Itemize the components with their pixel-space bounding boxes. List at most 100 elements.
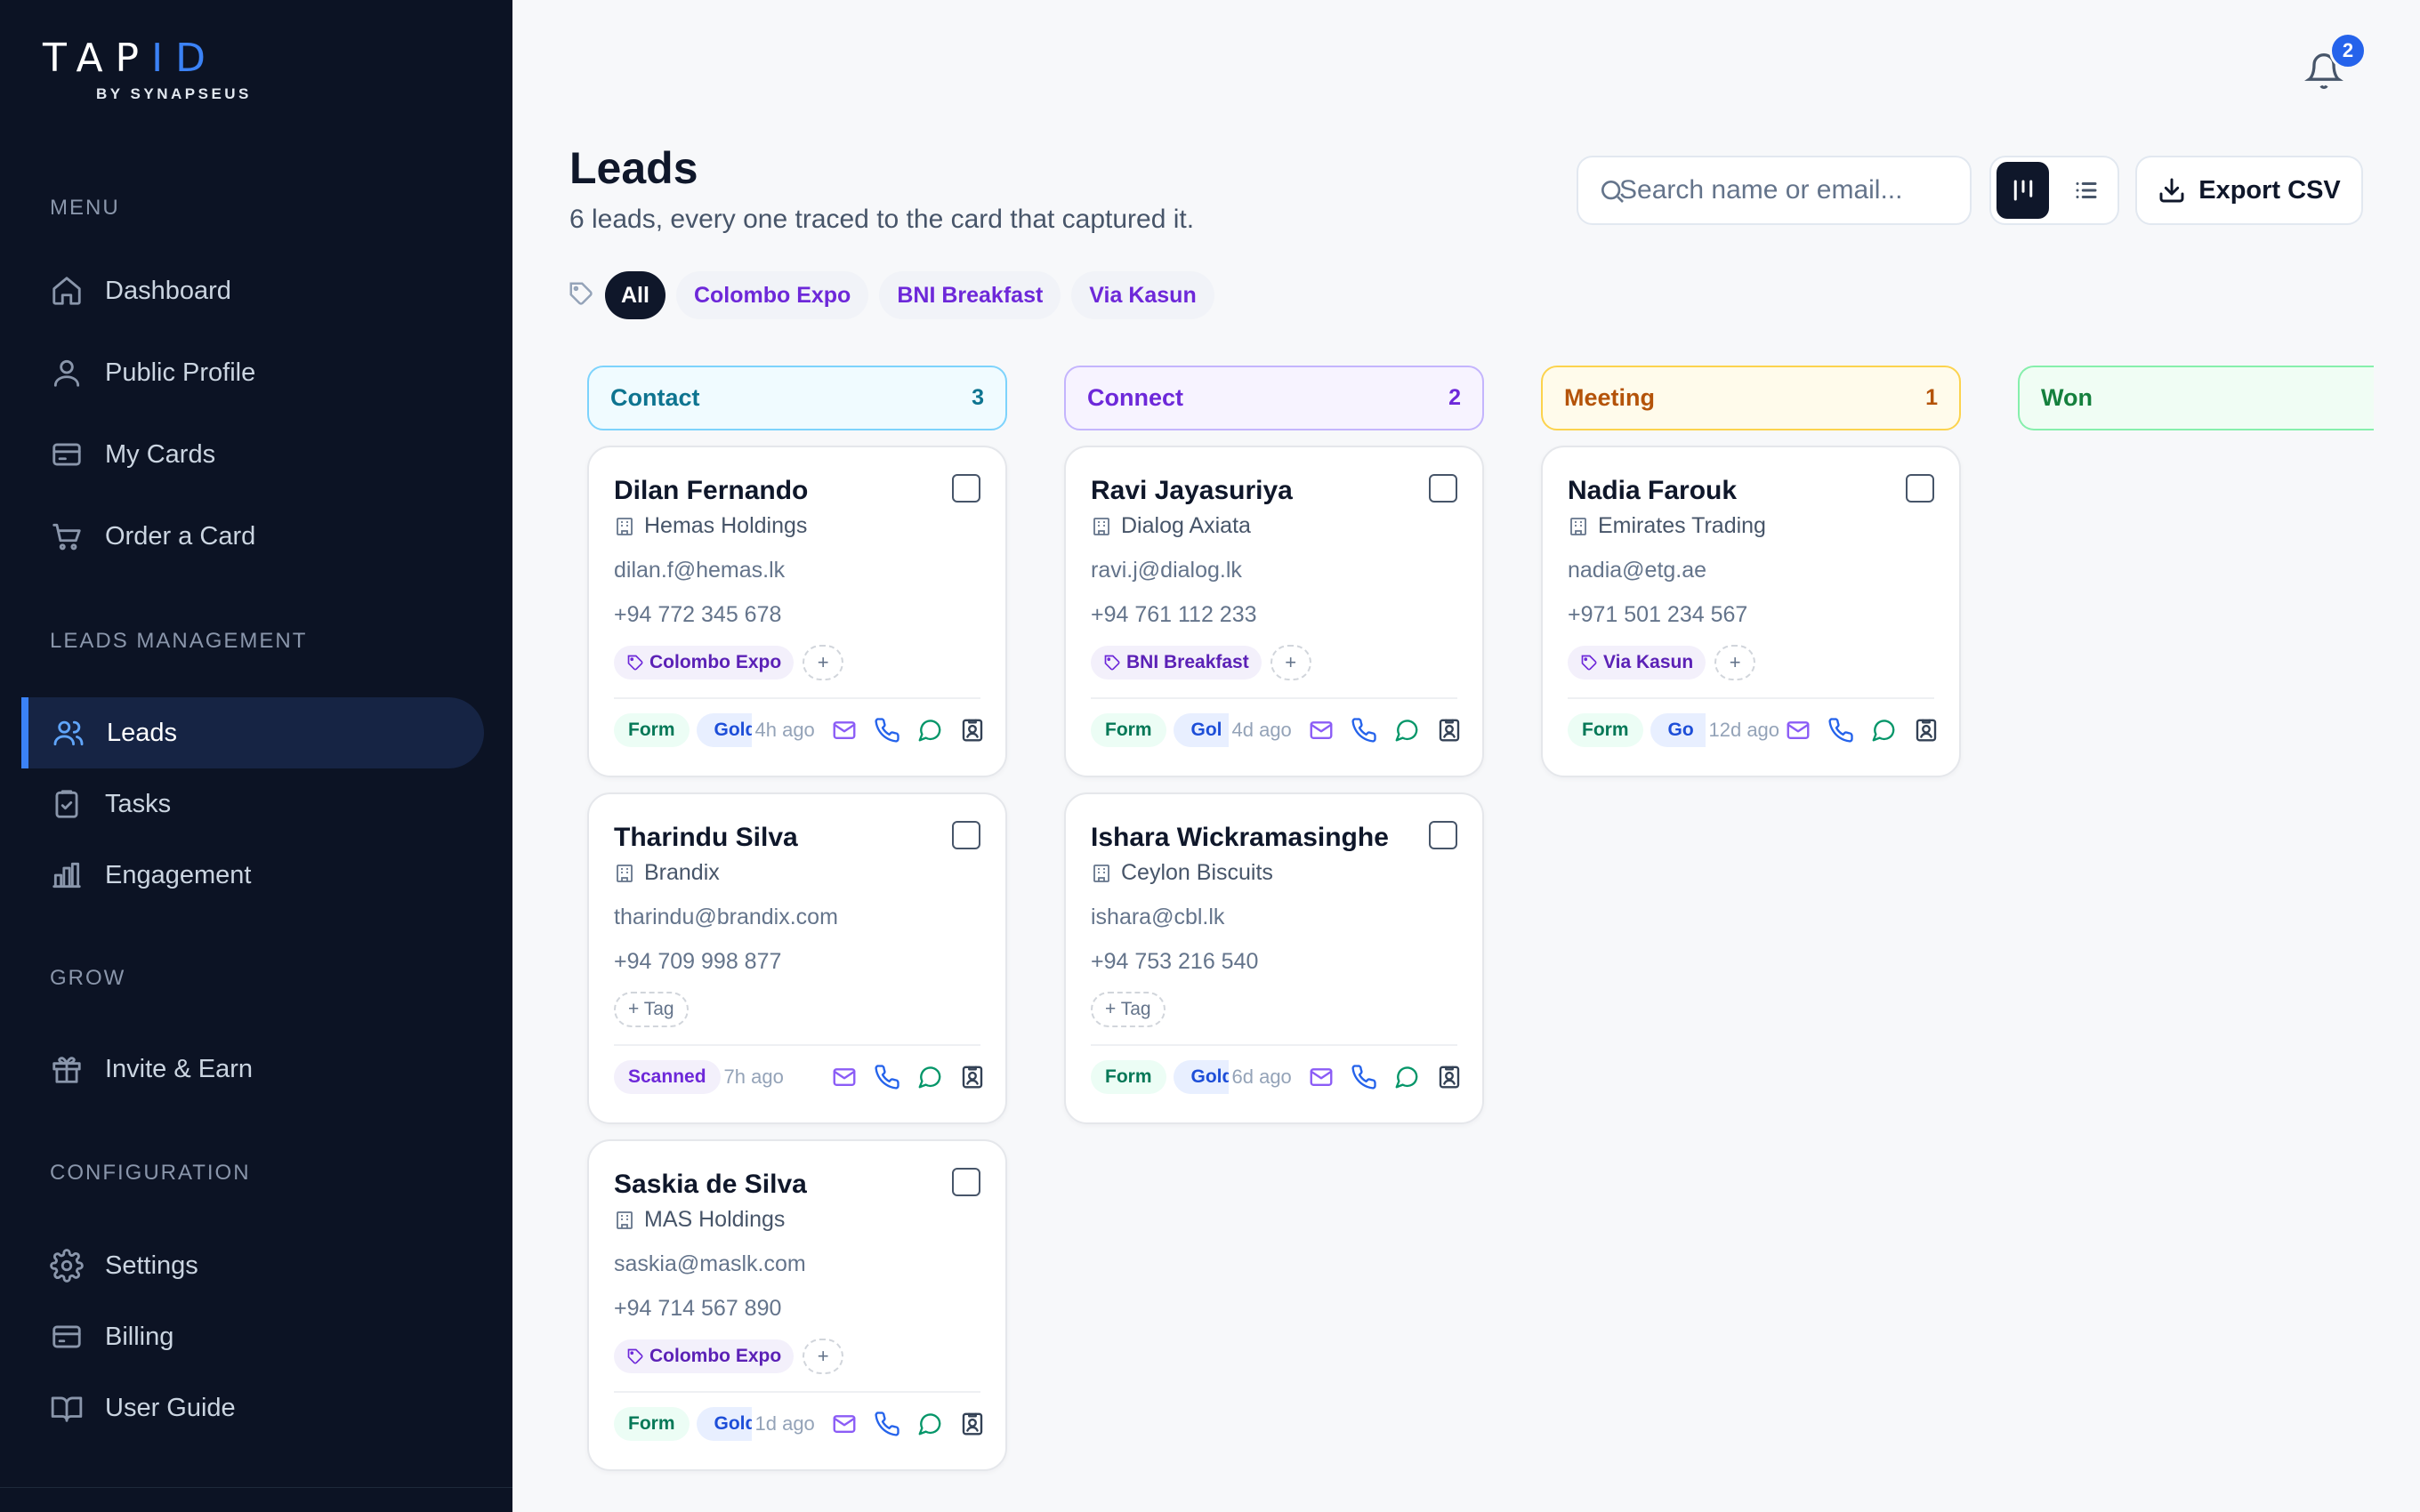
- lead-company: Brandix: [614, 860, 720, 886]
- lead-select-checkbox[interactable]: [1429, 821, 1457, 849]
- add-tag-button[interactable]: +: [1270, 645, 1311, 680]
- brand-logo[interactable]: TAPID BY SYNAPSEUS: [43, 39, 274, 103]
- search-box[interactable]: [1577, 156, 1972, 225]
- filter-chip-all[interactable]: All: [605, 271, 666, 319]
- card-divider: [614, 697, 980, 699]
- lead-tag-chip[interactable]: Colombo Expo: [614, 1339, 795, 1373]
- call-action-icon[interactable]: [1351, 1064, 1377, 1090]
- source-card-chip[interactable]: Gold: [696, 713, 752, 747]
- email-action-icon[interactable]: [831, 717, 858, 744]
- lead-card[interactable]: Dilan Fernando Hemas Holdings dilan.f@he…: [587, 446, 1007, 777]
- contact-card-action-icon[interactable]: [1436, 1064, 1463, 1090]
- lead-source-badge: Form: [614, 1407, 690, 1441]
- lead-phone: +94 709 998 877: [614, 949, 782, 974]
- lead-tags: Colombo Expo +: [614, 1339, 844, 1374]
- lead-name[interactable]: Dilan Fernando: [614, 476, 808, 506]
- sidebar-item-order-a-card[interactable]: Order a Card: [21, 501, 484, 572]
- add-tag-button[interactable]: + Tag: [614, 992, 689, 1027]
- email-action-icon[interactable]: [1308, 1064, 1335, 1090]
- email-action-icon[interactable]: [831, 1411, 858, 1437]
- search-input[interactable]: [1596, 175, 1970, 205]
- lead-name[interactable]: Saskia de Silva: [614, 1170, 807, 1200]
- email-action-icon[interactable]: [1785, 717, 1811, 744]
- email-action-icon[interactable]: [831, 1064, 858, 1090]
- sidebar-item-invite-earn[interactable]: Invite & Earn: [21, 1033, 484, 1105]
- contact-card-action-icon[interactable]: [959, 1411, 986, 1437]
- contact-card-action-icon[interactable]: [959, 1064, 986, 1090]
- lead-tag-chip[interactable]: Via Kasun: [1568, 646, 1706, 680]
- export-csv-button[interactable]: Export CSV: [2135, 156, 2363, 225]
- contact-card-action-icon[interactable]: [1913, 717, 1940, 744]
- call-action-icon[interactable]: [874, 1411, 900, 1437]
- filter-chip-bni-breakfast[interactable]: BNI Breakfast: [879, 271, 1061, 319]
- add-tag-button[interactable]: +: [1714, 645, 1756, 680]
- contact-card-action-icon[interactable]: [1436, 717, 1463, 744]
- whatsapp-action-icon[interactable]: [1393, 717, 1420, 744]
- column-header-contact[interactable]: Contact 3: [587, 366, 1007, 430]
- whatsapp-action-icon[interactable]: [1393, 1064, 1420, 1090]
- contact-card-action-icon[interactable]: [959, 717, 986, 744]
- lead-select-checkbox[interactable]: [1429, 474, 1457, 503]
- lead-source-badge: Form: [614, 713, 690, 747]
- list-view-button[interactable]: [2060, 162, 2112, 219]
- whatsapp-action-icon[interactable]: [916, 1064, 943, 1090]
- add-tag-button[interactable]: + Tag: [1091, 992, 1166, 1027]
- whatsapp-action-icon[interactable]: [916, 717, 943, 744]
- lead-select-checkbox[interactable]: [952, 821, 980, 849]
- lead-tag-chip[interactable]: Colombo Expo: [614, 646, 795, 680]
- lead-select-checkbox[interactable]: [952, 474, 980, 503]
- lead-card[interactable]: Saskia de Silva MAS Holdings saskia@masl…: [587, 1139, 1007, 1471]
- lead-email: nadia@etg.ae: [1568, 558, 1707, 583]
- sidebar-item-my-cards[interactable]: My Cards: [21, 419, 484, 490]
- lead-card[interactable]: Nadia Farouk Emirates Trading nadia@etg.…: [1541, 446, 1961, 777]
- filter-chip-via-kasun[interactable]: Via Kasun: [1071, 271, 1214, 319]
- lead-card[interactable]: Ishara Wickramasinghe Ceylon Biscuits is…: [1064, 792, 1484, 1124]
- add-tag-button[interactable]: +: [803, 1339, 844, 1374]
- export-csv-label: Export CSV: [2198, 175, 2341, 205]
- sidebar-item-leads[interactable]: Leads: [21, 697, 484, 768]
- add-tag-button[interactable]: +: [803, 645, 844, 680]
- lead-card-footer: Form Gold 1d ago: [614, 1406, 986, 1442]
- call-action-icon[interactable]: [874, 1064, 900, 1090]
- lead-company: Dialog Axiata: [1091, 513, 1251, 539]
- source-card-chip[interactable]: Gold: [696, 1407, 752, 1441]
- source-card-chip[interactable]: Go: [1650, 713, 1706, 747]
- source-card-chip[interactable]: Gold: [1173, 1060, 1229, 1094]
- sidebar-item-user-guide[interactable]: User Guide: [21, 1372, 484, 1444]
- column-header-connect[interactable]: Connect 2: [1064, 366, 1484, 430]
- lead-card[interactable]: Ravi Jayasuriya Dialog Axiata ravi.j@dia…: [1064, 446, 1484, 777]
- column-header-won[interactable]: Won: [2018, 366, 2374, 430]
- lead-company-label: Ceylon Biscuits: [1121, 860, 1273, 885]
- lead-name[interactable]: Tharindu Silva: [614, 823, 798, 853]
- lead-select-checkbox[interactable]: [952, 1168, 980, 1196]
- whatsapp-action-icon[interactable]: [1870, 717, 1897, 744]
- sidebar-item-dashboard[interactable]: Dashboard: [21, 255, 484, 326]
- lead-tag-chip[interactable]: BNI Breakfast: [1091, 646, 1262, 680]
- column-header-meeting[interactable]: Meeting 1: [1541, 366, 1961, 430]
- sidebar-item-tasks[interactable]: Tasks: [21, 768, 484, 840]
- lead-name[interactable]: Ishara Wickramasinghe: [1091, 823, 1389, 853]
- sidebar-item-settings[interactable]: Settings: [21, 1230, 484, 1301]
- filter-chip-colombo-expo[interactable]: Colombo Expo: [675, 271, 869, 319]
- board-view-button[interactable]: [1996, 162, 2049, 219]
- email-action-icon[interactable]: [1308, 717, 1335, 744]
- lead-select-checkbox[interactable]: [1906, 474, 1934, 503]
- call-action-icon[interactable]: [1351, 717, 1377, 744]
- user-icon: [50, 356, 84, 390]
- whatsapp-action-icon[interactable]: [916, 1411, 943, 1437]
- nav-section-title: CONFIGURATION: [50, 1161, 251, 1185]
- source-card-chip[interactable]: Gol: [1173, 713, 1229, 747]
- lead-card[interactable]: Tharindu Silva Brandix tharindu@brandix.…: [587, 792, 1007, 1124]
- sidebar-item-billing[interactable]: Billing: [21, 1301, 484, 1372]
- lead-name[interactable]: Nadia Farouk: [1568, 476, 1737, 506]
- call-action-icon[interactable]: [1827, 717, 1854, 744]
- lead-name[interactable]: Ravi Jayasuriya: [1091, 476, 1293, 506]
- sidebar-item-label: Billing: [105, 1322, 174, 1351]
- lead-tag-label: Colombo Expo: [649, 1346, 782, 1366]
- sidebar-item-public-profile[interactable]: Public Profile: [21, 337, 484, 408]
- sidebar-item-engagement[interactable]: Engagement: [21, 840, 484, 911]
- sidebar: TAPID BY SYNAPSEUS MENU Dashboard Public P…: [0, 0, 512, 1512]
- lead-tags: + Tag: [614, 992, 689, 1027]
- call-action-icon[interactable]: [874, 717, 900, 744]
- lead-tag-label: Colombo Expo: [649, 652, 782, 672]
